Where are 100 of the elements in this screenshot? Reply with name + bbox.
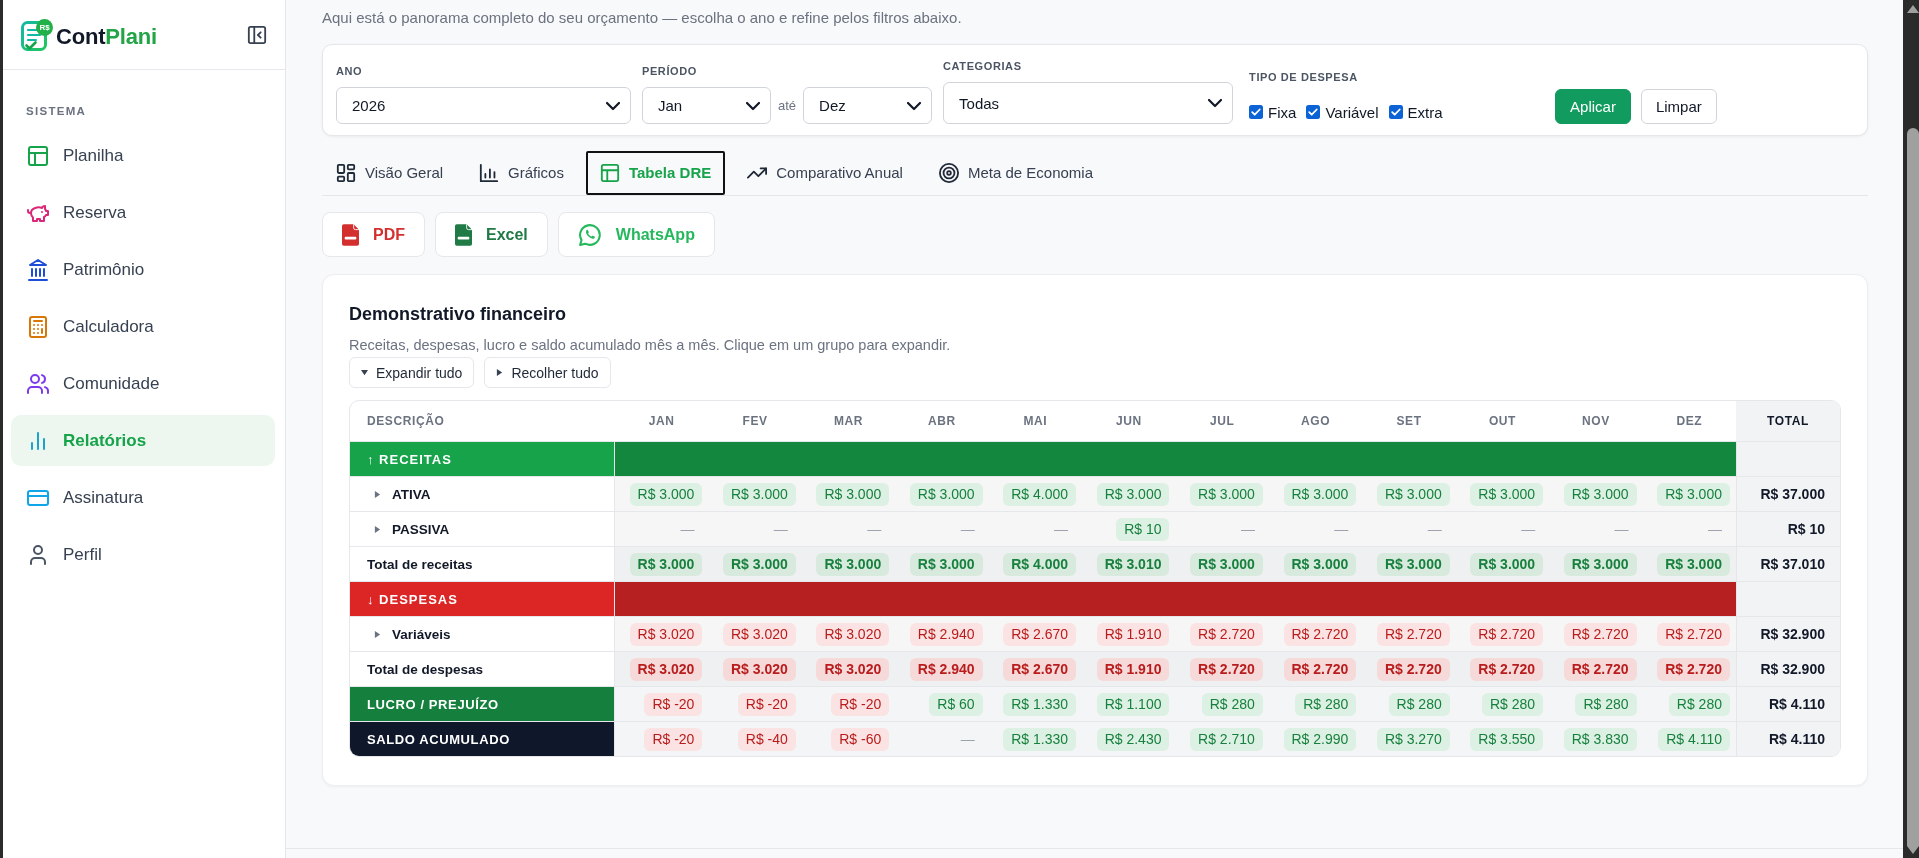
row-label: Total de despesas (350, 651, 615, 686)
amount-chip: R$ 3.000 (1657, 552, 1730, 576)
column-header: MAR (832, 413, 865, 430)
table-cell: — (1362, 511, 1456, 546)
table-cell: — (1549, 511, 1643, 546)
amount-chip: R$ 3.000 (1376, 482, 1450, 506)
sidebar-item[interactable]: Planilha (11, 130, 275, 181)
apply-button[interactable]: Aplicar (1555, 89, 1631, 124)
amount-chip: R$ 280 (1388, 692, 1450, 716)
amount-chip: R$ -20 (644, 727, 703, 751)
row-label: PASSIVA (392, 521, 450, 537)
group-header[interactable]: ↓ DESPESAS (350, 581, 615, 616)
amount-chip: R$ 3.000 (629, 552, 703, 576)
expand-all-button[interactable]: Expandir tudo (349, 357, 475, 388)
amount-chip: R$ 3.000 (1470, 552, 1544, 576)
tab[interactable]: Meta de Economia (924, 150, 1108, 195)
scroll-up-arrow-icon[interactable] (1907, 5, 1919, 13)
amount-chip: R$ 3.000 (816, 482, 890, 506)
amount-chip: R$ 2.990 (1283, 727, 1357, 751)
person-icon (27, 543, 49, 566)
amount-chip: R$ 3.000 (1190, 552, 1263, 576)
amount-chip: R$ 3.000 (909, 552, 983, 576)
grid-icon (336, 162, 356, 183)
amount-chip: R$ 10 (1116, 517, 1170, 541)
bank-building-icon (27, 258, 49, 281)
chevron-down-icon (1208, 96, 1223, 110)
table-cell: — (895, 511, 989, 546)
checkbox-label: Fixa (1268, 103, 1297, 121)
sidebar-item[interactable]: Perfil (11, 529, 275, 580)
column-header: MAI (1022, 413, 1049, 430)
amount-chip: R$ 2.720 (1376, 622, 1450, 646)
amount-chip: R$ 2.720 (1470, 657, 1544, 681)
amount-chip: R$ 3.000 (1190, 482, 1263, 506)
table-icon (27, 144, 49, 167)
sidebar-collapse-icon[interactable] (247, 24, 267, 45)
checkbox[interactable] (1388, 105, 1403, 119)
total-cell: R$ 37.010 (1736, 546, 1840, 581)
amount-chip: R$ 1.910 (1096, 622, 1170, 646)
column-header: AGO (1300, 413, 1332, 430)
year-select[interactable]: 2026 (336, 87, 631, 124)
amount-chip: R$ 280 (1668, 692, 1730, 716)
sidebar-item[interactable]: Patrimônio (11, 244, 275, 295)
amount-chip: R$ 3.270 (1376, 727, 1450, 751)
amount-chip: R$ 1.100 (1096, 692, 1170, 716)
row-label: Variáveis (392, 626, 451, 642)
amount-chip: R$ 2.940 (909, 657, 983, 681)
caret-right-icon[interactable] (374, 525, 381, 533)
table-cell: — (708, 511, 802, 546)
amount-chip: R$ 2.720 (1563, 657, 1637, 681)
tab[interactable]: Comparativo Anual (733, 150, 917, 195)
checkbox-label: Variável (1325, 103, 1379, 121)
scroll-down-arrow-icon[interactable] (1907, 846, 1919, 854)
table-icon (599, 162, 620, 183)
currency-badge: R$ (36, 19, 53, 36)
sidebar-item[interactable]: Assinatura (11, 472, 275, 523)
amount-chip: R$ -20 (737, 692, 796, 716)
amount-chip: R$ 1.910 (1096, 657, 1170, 681)
category-select[interactable]: Todas (943, 82, 1234, 124)
sidebar-item[interactable]: Reserva (11, 187, 275, 238)
checkbox[interactable] (1306, 105, 1321, 119)
amount-chip: R$ 2.720 (1657, 657, 1730, 681)
target-icon (938, 162, 959, 183)
tab[interactable]: Gráficos (465, 150, 578, 195)
amount-chip: R$ 2.720 (1190, 657, 1263, 681)
amount-chip: R$ 2.710 (1190, 727, 1263, 751)
amount-chip: R$ 3.000 (629, 482, 703, 506)
sidebar-item[interactable]: Calculadora (11, 301, 275, 352)
filter-label: CATEGORIAS (943, 60, 1022, 73)
period-end-select[interactable]: Dez (803, 87, 933, 124)
range-separator: até (778, 98, 797, 113)
row-label: SALDO ACUMULADO (350, 721, 615, 756)
caret-right-icon[interactable] (374, 490, 381, 498)
collapse-all-button[interactable]: Recolher tudo (484, 357, 611, 388)
brand-name: ContPlani (56, 23, 157, 50)
column-header: NOV (1580, 413, 1611, 430)
amount-chip: R$ 2.720 (1283, 657, 1357, 681)
sidebar-item[interactable]: Comunidade (11, 358, 275, 409)
clear-button[interactable]: Limpar (1640, 89, 1717, 124)
filter-label: ANO (336, 65, 363, 78)
total-cell: R$ 4.110 (1736, 721, 1840, 756)
row-label: Total de receitas (350, 546, 615, 581)
pdf-button[interactable]: PDF (322, 212, 425, 257)
amount-chip: R$ -40 (737, 727, 796, 751)
checkbox[interactable] (1249, 105, 1264, 119)
amount-chip: R$ 2.430 (1096, 727, 1170, 751)
amount-chip: R$ 3.020 (723, 657, 796, 681)
row-label: ATIVA (392, 486, 431, 502)
period-start-select[interactable]: Jan (642, 87, 771, 124)
tab[interactable]: Visão Geral (322, 150, 458, 195)
amount-chip: R$ 2.720 (1657, 622, 1730, 646)
page-subtitle: Aqui está o panorama completo do seu orçamento — escolha o ano e refine pelos filtros abaixo. (322, 8, 962, 28)
amount-chip: R$ 3.000 (1470, 482, 1544, 506)
amount-chip: R$ -20 (831, 692, 890, 716)
amount-chip: R$ 280 (1575, 692, 1637, 716)
amount-chip: R$ 3.020 (723, 622, 796, 646)
column-header: JAN (647, 413, 676, 430)
amount-chip: R$ 3.000 (1563, 482, 1637, 506)
amount-chip: R$ 4.110 (1658, 727, 1730, 751)
excel-button[interactable]: Excel (435, 212, 548, 257)
caret-right-icon[interactable] (374, 630, 381, 638)
